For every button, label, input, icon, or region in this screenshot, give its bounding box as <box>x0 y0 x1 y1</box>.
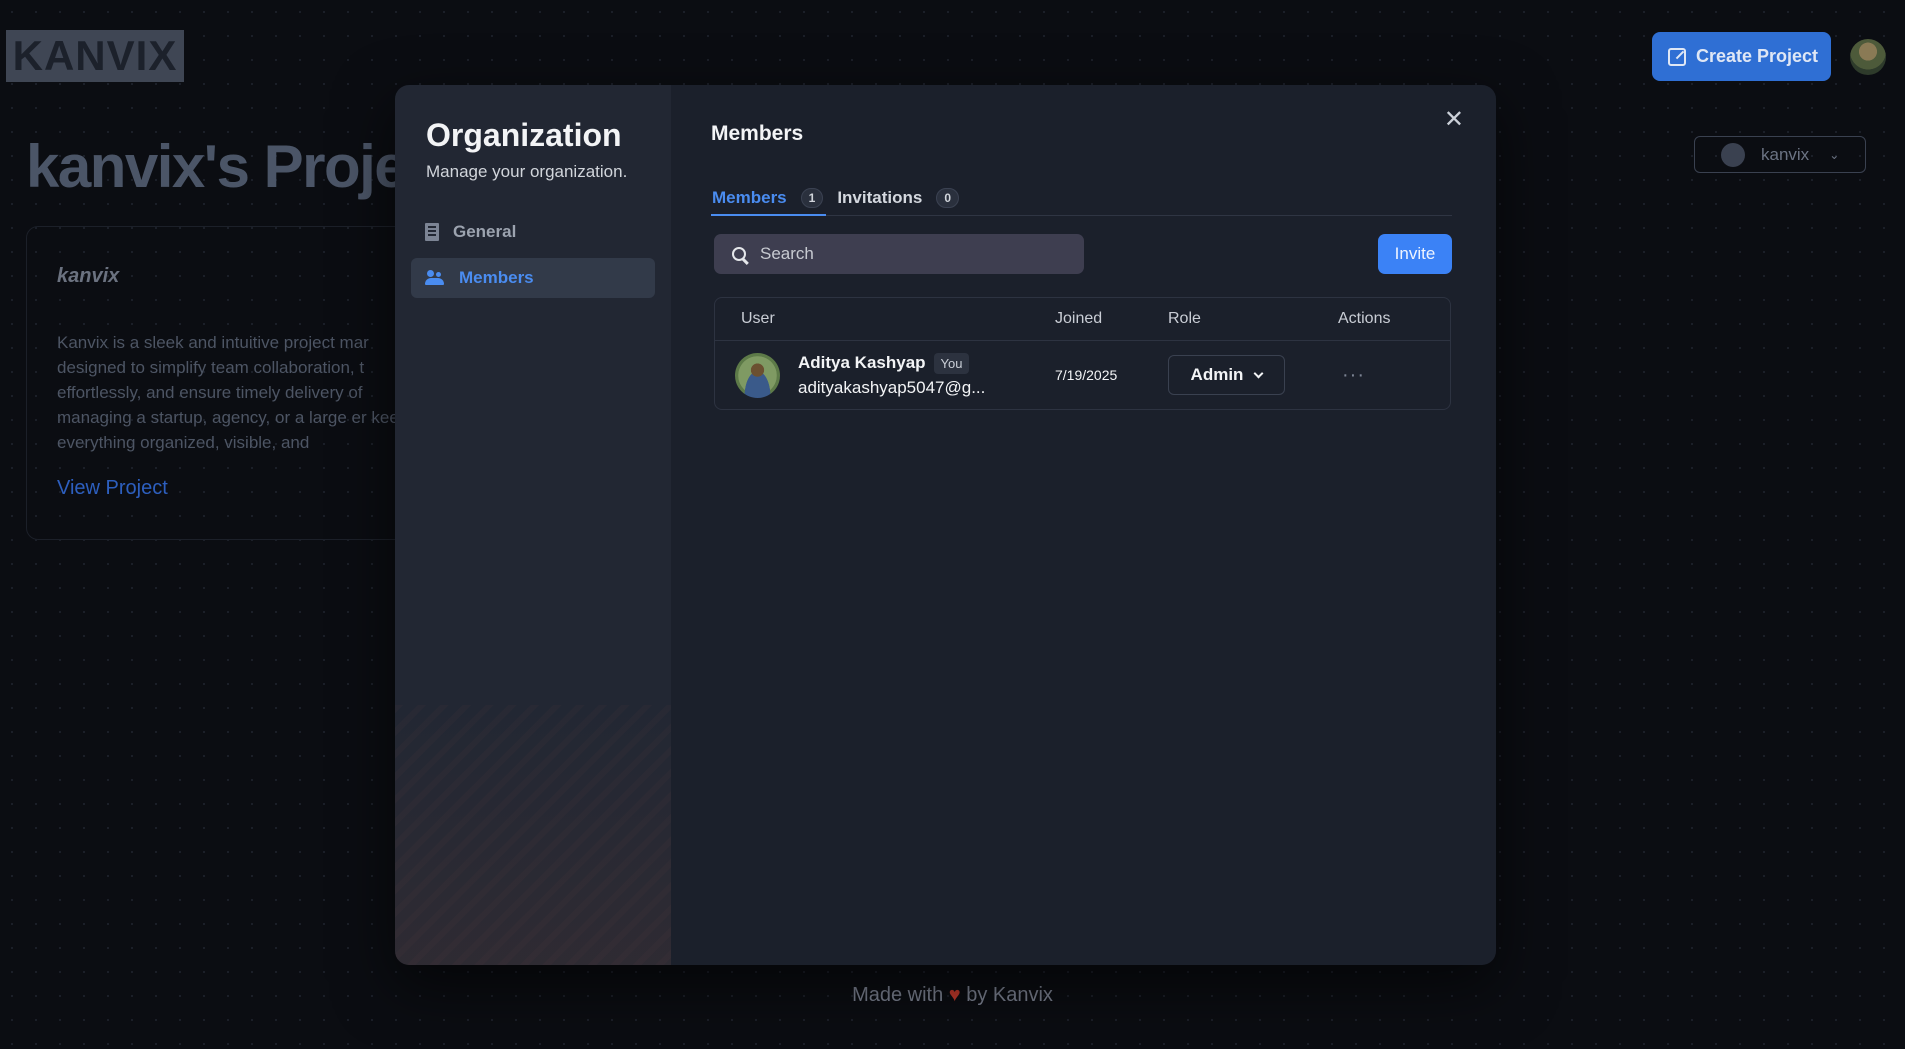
chevron-down-icon: ⌄ <box>1829 147 1840 162</box>
actions-cell: ··· <box>1338 364 1450 387</box>
organization-modal: Organization Manage your organization. G… <box>395 85 1496 965</box>
org-switcher-label: kanvix <box>1761 144 1810 164</box>
column-header-actions: Actions <box>1338 310 1391 327</box>
table-header: User Joined Role Actions <box>715 298 1450 341</box>
users-icon <box>425 270 445 286</box>
footer: Made with ♥ by Kanvix <box>0 984 1905 1007</box>
sidebar-item-general[interactable]: General <box>411 212 655 252</box>
tab-count-badge: 1 <box>800 188 824 208</box>
sidebar-item-label: General <box>453 222 517 241</box>
sidebar-nav: General Members <box>411 212 655 298</box>
page-title: kanvix's Proje <box>26 133 408 200</box>
org-switcher[interactable]: kanvix ⌄ <box>1694 136 1866 173</box>
building-icon <box>425 223 439 241</box>
user-name: Aditya Kashyap <box>798 353 926 372</box>
column-header-role: Role <box>1168 310 1201 327</box>
you-badge: You <box>933 352 970 374</box>
sidebar-item-label: Members <box>459 268 534 287</box>
tab-label: Invitations <box>837 188 923 207</box>
user-email: adityakashyap5047@g... <box>798 377 986 397</box>
kanvix-logo[interactable]: KANVIX <box>6 30 184 82</box>
table-row: Aditya Kashyap You adityakashyap5047@g..… <box>715 341 1450 409</box>
project-name: kanvix <box>57 265 120 287</box>
footer-prefix: Made with <box>852 984 944 1006</box>
user-name-line: Aditya Kashyap You <box>798 352 985 374</box>
user-info: Aditya Kashyap You adityakashyap5047@g..… <box>798 352 986 398</box>
close-icon[interactable]: ✕ <box>1444 105 1464 134</box>
joined-date: 7/19/2025 <box>1055 367 1118 383</box>
column-header-joined: Joined <box>1055 310 1103 327</box>
create-project-label: Create Project <box>1696 46 1819 66</box>
tab-label: Members <box>712 188 787 207</box>
role-value: Admin <box>1190 365 1244 384</box>
sidebar-item-members[interactable]: Members <box>411 258 655 298</box>
tab-members[interactable]: Members 1 <box>711 182 827 216</box>
role-select[interactable]: Admin <box>1168 355 1285 395</box>
project-description: Kanvix is a sleek and intuitive project … <box>57 333 417 452</box>
avatar <box>735 352 780 398</box>
tab-invitations[interactable]: Invitations 0 <box>837 181 962 215</box>
tab-bar: Members 1 Invitations 0 <box>711 182 1452 216</box>
modal-sidebar: Organization Manage your organization. G… <box>395 85 671 965</box>
chevron-down-icon <box>1253 368 1264 378</box>
sidebar-subtitle: Manage your organization. <box>426 162 628 181</box>
sidebar-title: Organization <box>426 117 622 153</box>
role-cell: Admin <box>1168 355 1338 395</box>
heart-icon: ♥ <box>948 984 961 1006</box>
modal-main: ✕ Members Members 1 Invitations 0 Invite… <box>671 85 1496 965</box>
footer-suffix: by Kanvix <box>966 984 1053 1006</box>
user-cell: Aditya Kashyap You adityakashyap5047@g..… <box>715 352 1055 398</box>
members-title: Members <box>711 122 804 145</box>
project-card: kanvix Kanvix is a sleek and intuitive p… <box>26 226 446 540</box>
search-input[interactable] <box>760 244 1060 264</box>
user-avatar[interactable] <box>1850 39 1886 75</box>
edit-icon <box>1668 47 1686 66</box>
view-project-link[interactable]: View Project <box>57 477 415 500</box>
search-box <box>714 234 1084 274</box>
invite-button[interactable]: Invite <box>1378 234 1452 274</box>
org-logo-icon <box>1721 142 1745 167</box>
tab-count-badge: 0 <box>936 188 960 208</box>
column-header-user: User <box>741 310 775 327</box>
members-table: User Joined Role Actions Aditya Kashyap … <box>714 297 1451 410</box>
members-toolbar: Invite <box>711 234 1452 274</box>
create-project-button[interactable]: Create Project <box>1652 32 1831 81</box>
search-icon <box>732 247 746 261</box>
more-actions-icon[interactable]: ··· <box>1338 364 1365 386</box>
